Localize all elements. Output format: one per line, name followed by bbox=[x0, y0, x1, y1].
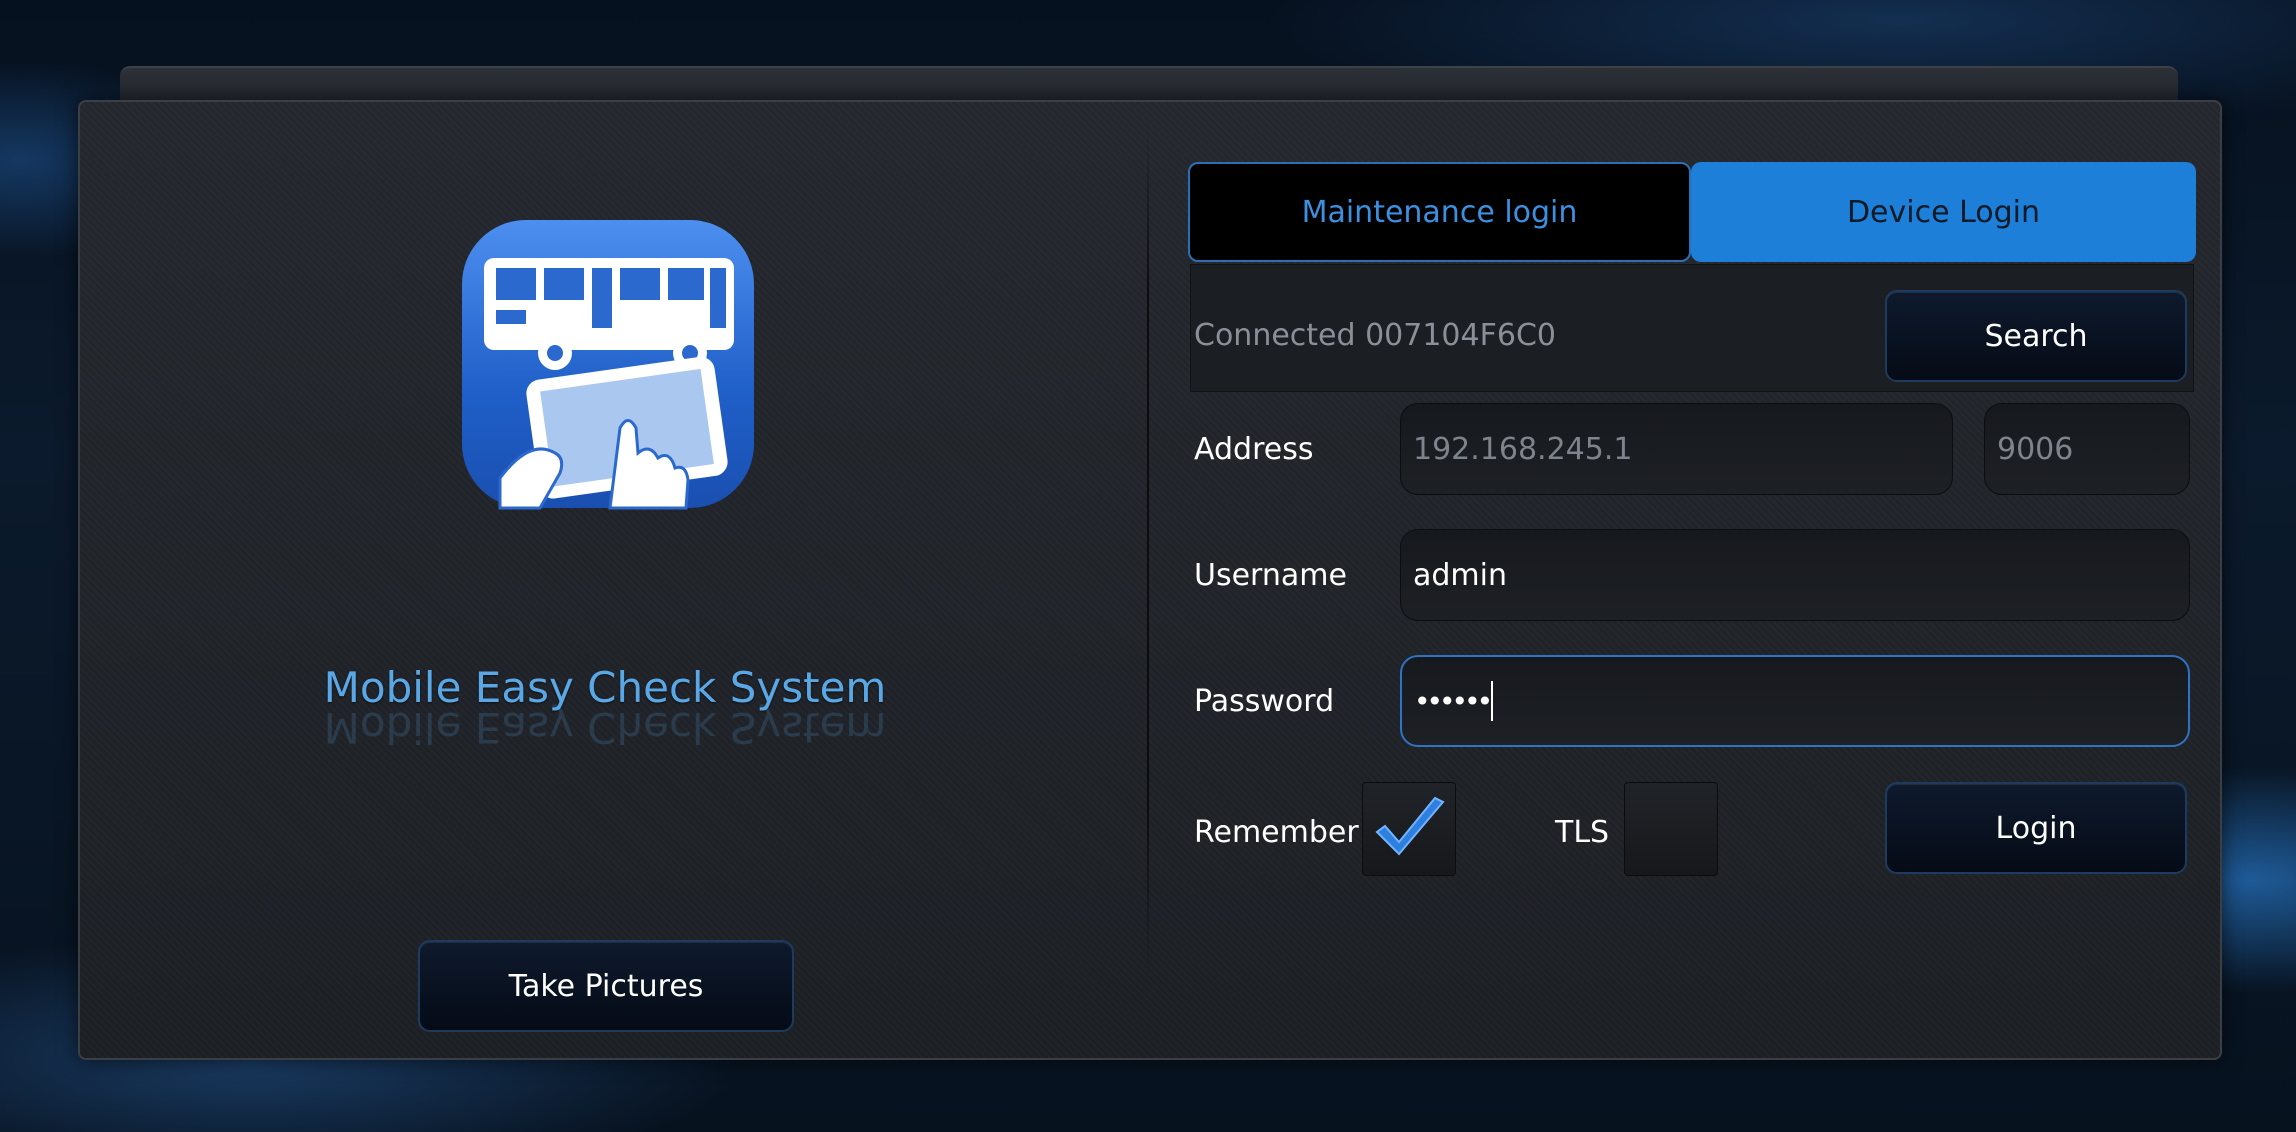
tab-device-login[interactable]: Device Login bbox=[1691, 162, 2196, 262]
password-mask: •••••• bbox=[1414, 684, 1493, 718]
password-input[interactable]: •••••• bbox=[1400, 655, 2190, 747]
address-input[interactable]: 192.168.245.1 bbox=[1400, 403, 1953, 495]
remember-checkbox[interactable] bbox=[1362, 782, 1456, 876]
app-title-reflection: Mobile Easy Check System bbox=[323, 703, 887, 752]
panel-divider bbox=[1147, 130, 1149, 970]
port-input[interactable]: 9006 bbox=[1984, 403, 2190, 495]
username-label: Username bbox=[1194, 558, 1347, 593]
bus-tablet-icon bbox=[460, 218, 756, 510]
remember-label: Remember bbox=[1194, 815, 1359, 850]
take-pictures-button[interactable]: Take Pictures bbox=[418, 940, 794, 1032]
text-caret bbox=[1491, 681, 1494, 721]
tls-label: TLS bbox=[1555, 815, 1610, 850]
username-input[interactable]: admin bbox=[1400, 529, 2190, 621]
tab-maintenance-login[interactable]: Maintenance login bbox=[1188, 162, 1691, 262]
tls-checkbox[interactable] bbox=[1624, 782, 1718, 876]
login-button[interactable]: Login bbox=[1885, 782, 2187, 874]
address-label: Address bbox=[1194, 432, 1314, 467]
search-button[interactable]: Search bbox=[1885, 290, 2187, 382]
connection-status: Connected 007104F6C0 bbox=[1194, 318, 1556, 353]
password-label: Password bbox=[1194, 684, 1335, 719]
checkmark-icon bbox=[1375, 796, 1445, 856]
